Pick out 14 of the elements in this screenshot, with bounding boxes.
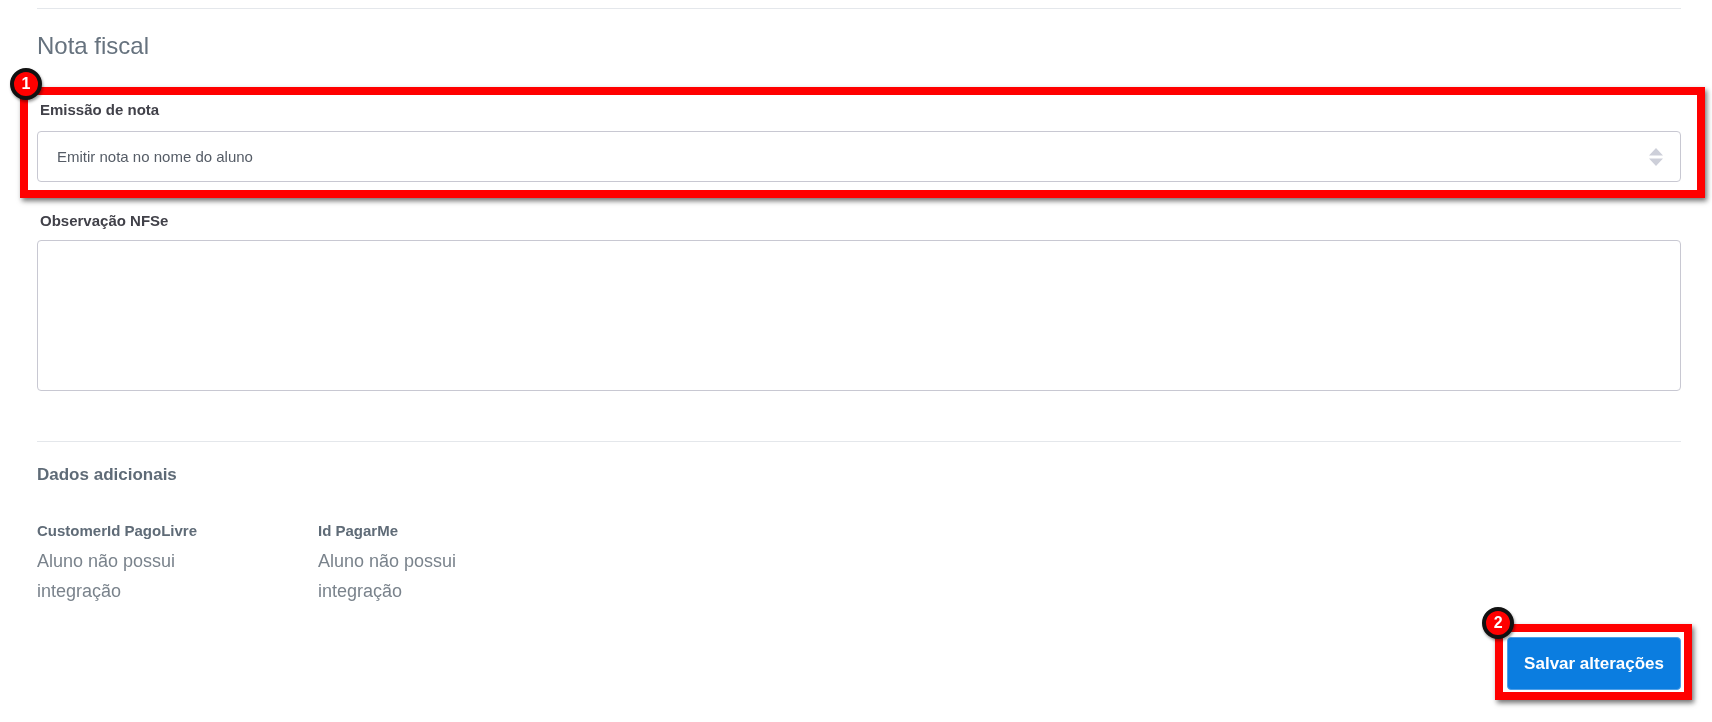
section-title: Nota fiscal — [37, 31, 151, 61]
callout-number: 2 — [1482, 607, 1515, 639]
field-label: Emissão de nota — [39, 100, 161, 120]
info-value: Aluno não possui integração — [37, 550, 177, 603]
save-button[interactable]: Salvar alterações — [1507, 637, 1681, 690]
section-title: Dados adicionais — [37, 464, 178, 486]
info-label: Id PagarMe — [318, 521, 400, 541]
info-value: Aluno não possui integração — [318, 550, 458, 603]
select-field[interactable]: Emitir nota no nome do aluno — [37, 131, 1681, 182]
textarea-field[interactable] — [37, 240, 1681, 391]
field-label: Observação NFSe — [39, 211, 170, 231]
info-label: CustomerId PagoLivre — [37, 521, 199, 541]
up-down-arrows-icon — [1649, 147, 1663, 166]
callout-number: 1 — [10, 68, 42, 100]
